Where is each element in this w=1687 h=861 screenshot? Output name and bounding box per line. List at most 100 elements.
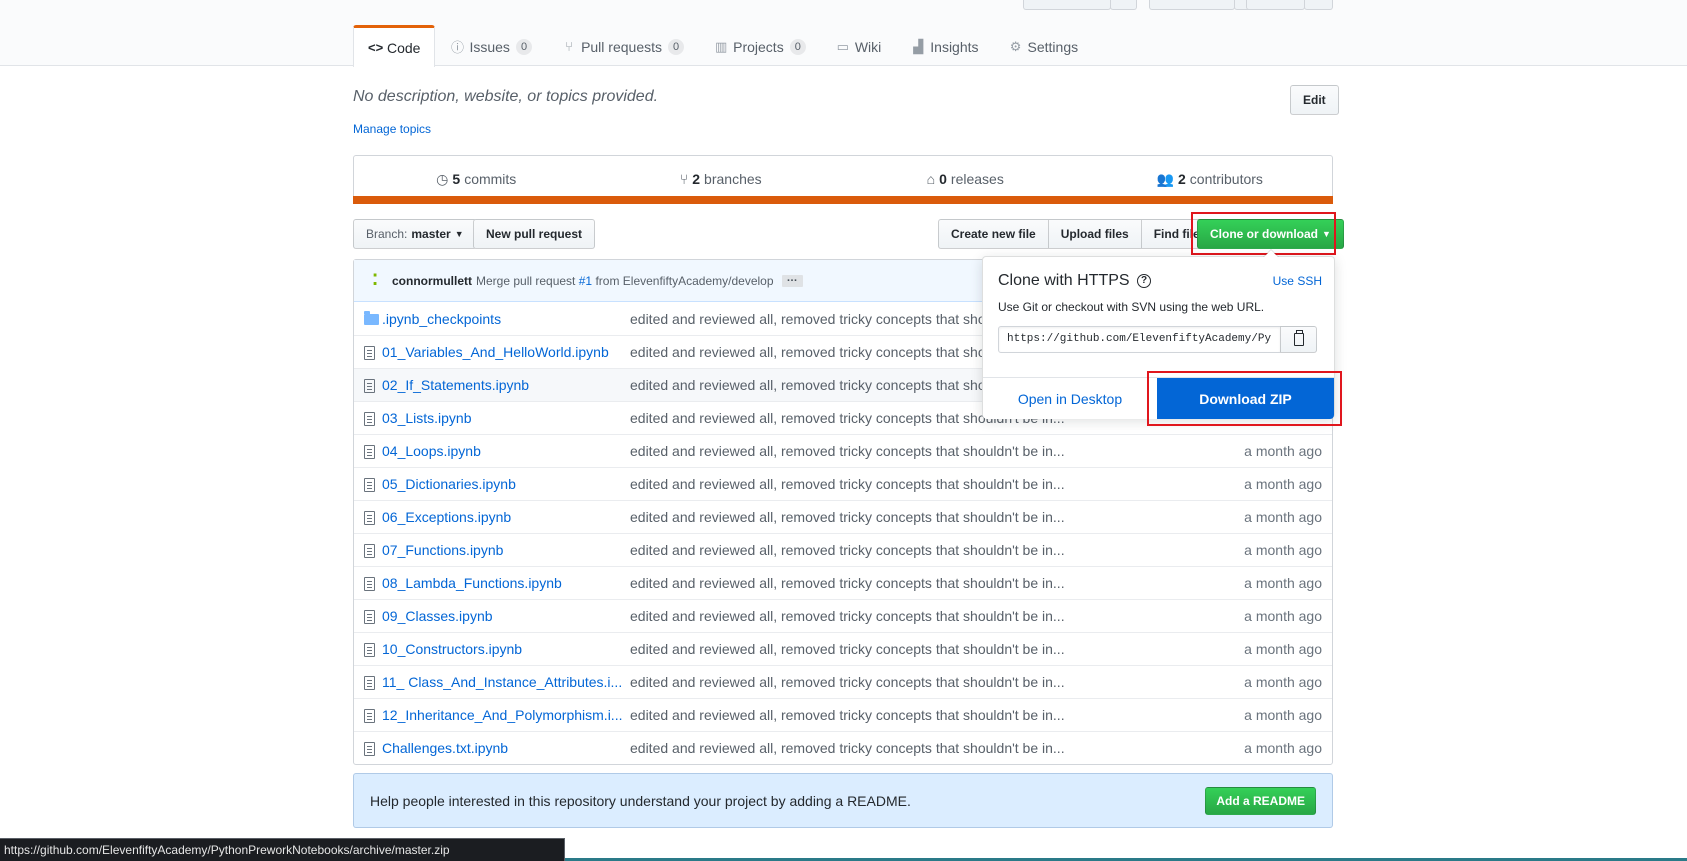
file-name-link[interactable]: .ipynb_checkpoints — [382, 311, 629, 327]
file-name-link[interactable]: 11_ Class_And_Instance_Attributes.i... — [382, 674, 629, 690]
file-age: a month ago — [1244, 641, 1322, 657]
manage-topics-link[interactable]: Manage topics — [353, 122, 431, 136]
table-row: 12_Inheritance_And_Polymorphism.i... edit… — [354, 698, 1332, 731]
new-pull-request-button[interactable]: New pull request — [473, 219, 596, 249]
commit-pr-link[interactable]: #1 — [579, 274, 592, 288]
commit-message-suffix: from ElevenfiftyAcademy/develop — [595, 273, 774, 288]
watch-button-fragment[interactable] — [1023, 0, 1111, 10]
clone-title-text: Clone with HTTPS — [998, 272, 1130, 289]
fork-count-fragment[interactable] — [1304, 0, 1333, 10]
open-in-desktop-button[interactable]: Open in Desktop — [983, 378, 1157, 419]
graph-icon: ▟ — [913, 38, 924, 54]
tab-insights[interactable]: ▟ Insights — [896, 25, 993, 67]
file-commit-message[interactable]: edited and reviewed all, removed tricky … — [630, 542, 1100, 558]
gear-icon: ⚙ — [1009, 38, 1022, 54]
file-name-link[interactable]: 06_Exceptions.ipynb — [382, 509, 629, 525]
file-icon-cell — [354, 740, 382, 757]
table-row: Challenges.txt.ipynb edited and reviewed … — [354, 731, 1332, 764]
tab-wiki[interactable]: ▭ Wiki — [821, 25, 896, 67]
star-button-fragment[interactable] — [1149, 0, 1235, 10]
file-icon-cell — [354, 443, 382, 460]
question-icon[interactable]: ? — [1137, 273, 1152, 288]
branches-label: branches — [704, 171, 762, 187]
branch-prefix: Branch: — [366, 227, 408, 241]
file-icon-cell — [354, 575, 382, 592]
file-icon — [364, 511, 375, 526]
watch-count-fragment[interactable] — [1110, 0, 1137, 10]
add-readme-button[interactable]: Add a README — [1205, 787, 1316, 815]
file-icon — [364, 412, 375, 427]
file-commit-message[interactable]: edited and reviewed all, removed tricky … — [630, 509, 1100, 525]
file-age: a month ago — [1244, 542, 1322, 558]
file-name-link[interactable]: 05_Dictionaries.ipynb — [382, 476, 629, 492]
file-name-link[interactable]: 10_Constructors.ipynb — [382, 641, 629, 657]
tab-settings[interactable]: ⚙ Settings — [994, 25, 1094, 67]
file-commit-message[interactable]: edited and reviewed all, removed tricky … — [630, 674, 1100, 690]
file-icon — [364, 643, 375, 658]
file-name-link[interactable]: 07_Functions.ipynb — [382, 542, 629, 558]
file-age: a month ago — [1244, 443, 1322, 459]
commit-expand-button[interactable]: … — [781, 272, 803, 287]
file-age: a month ago — [1244, 740, 1322, 756]
file-icon-cell — [354, 608, 382, 625]
table-row: 04_Loops.ipynb edited and reviewed all, r… — [354, 434, 1332, 467]
file-name-link[interactable]: 12_Inheritance_And_Polymorphism.i... — [382, 707, 629, 723]
commits-label: commits — [464, 171, 517, 187]
file-commit-message[interactable]: edited and reviewed all, removed tricky … — [630, 443, 1100, 459]
file-name-link[interactable]: 08_Lambda_Functions.ipynb — [382, 575, 629, 591]
issue-icon: ⓘ — [450, 40, 464, 55]
file-icon-cell — [354, 641, 382, 658]
copy-to-clipboard-button[interactable] — [1280, 326, 1317, 353]
file-commit-message[interactable]: edited and reviewed all, removed tricky … — [630, 476, 1100, 492]
fork-button-fragment[interactable] — [1246, 0, 1305, 10]
file-commit-message[interactable]: edited and reviewed all, removed tricky … — [630, 707, 1100, 723]
clone-url-input[interactable]: https://github.com/ElevenfiftyAcademy/Py — [998, 326, 1281, 353]
tab-wiki-label: Wiki — [854, 38, 882, 55]
releases-count: 0 — [939, 171, 947, 187]
contributors-label: contributors — [1189, 171, 1263, 187]
tab-projects[interactable]: ▥ Projects 0 — [699, 25, 821, 67]
language-bar[interactable] — [353, 196, 1333, 204]
readme-banner-text: Help people interested in this repositor… — [370, 792, 911, 809]
people-icon: 👥 — [1156, 170, 1174, 187]
clone-dropdown-title: Clone with HTTPS ? — [998, 272, 1152, 290]
file-actions-group: Create new file Upload files Find file — [938, 219, 1213, 249]
tab-pull-requests[interactable]: ⑂ Pull requests 0 — [547, 25, 699, 67]
commit-author[interactable]: connormullett — [392, 274, 472, 288]
file-icon — [364, 676, 375, 691]
file-commit-message[interactable]: edited and reviewed all, removed tricky … — [630, 641, 1100, 657]
highlight-box-download-zip — [1147, 371, 1342, 426]
edit-description-button[interactable]: Edit — [1290, 85, 1339, 115]
releases-label: releases — [950, 171, 1004, 187]
table-row: 10_Constructors.ipynb edited and reviewed… — [354, 632, 1332, 665]
commits-count: 5 — [452, 171, 461, 187]
avatar[interactable]: ⁚ — [366, 272, 384, 290]
file-name-link[interactable]: 01_Variables_And_HelloWorld.ipynb — [382, 344, 629, 360]
tab-issues-label: Issues — [469, 38, 510, 55]
file-icon — [364, 577, 375, 592]
file-name-link[interactable]: 09_Classes.ipynb — [382, 608, 629, 624]
file-name-link[interactable]: Challenges.txt.ipynb — [382, 740, 629, 756]
file-icon — [364, 709, 375, 724]
file-age: a month ago — [1244, 476, 1322, 492]
file-icon-cell — [354, 542, 382, 559]
tab-code-label: Code — [387, 39, 421, 56]
branch-select-button[interactable]: Branch: master ▼ — [353, 219, 477, 249]
file-icon-cell — [354, 377, 382, 394]
file-name-link[interactable]: 03_Lists.ipynb — [382, 410, 629, 426]
upload-files-button[interactable]: Upload files — [1047, 219, 1142, 249]
file-commit-message[interactable]: edited and reviewed all, removed tricky … — [630, 575, 1100, 591]
tab-code[interactable]: <> Code — [353, 25, 436, 67]
file-name-link[interactable]: 02_If_Statements.ipynb — [382, 377, 629, 393]
tag-icon: ⌂ — [926, 171, 936, 187]
table-row: 06_Exceptions.ipynb edited and reviewed a… — [354, 500, 1332, 533]
browser-status-bar: https://github.com/ElevenfiftyAcademy/Py… — [0, 838, 565, 861]
tab-issues[interactable]: ⓘ Issues 0 — [435, 25, 547, 67]
file-name-link[interactable]: 04_Loops.ipynb — [382, 443, 629, 459]
file-commit-message[interactable]: edited and reviewed all, removed tricky … — [630, 608, 1100, 624]
use-ssh-link[interactable]: Use SSH — [1273, 274, 1322, 288]
table-row: 05_Dictionaries.ipynb edited and reviewed… — [354, 467, 1332, 500]
file-commit-message[interactable]: edited and reviewed all, removed tricky … — [630, 740, 1100, 756]
create-new-file-button[interactable]: Create new file — [938, 219, 1049, 249]
contributors-count: 2 — [1177, 171, 1186, 187]
